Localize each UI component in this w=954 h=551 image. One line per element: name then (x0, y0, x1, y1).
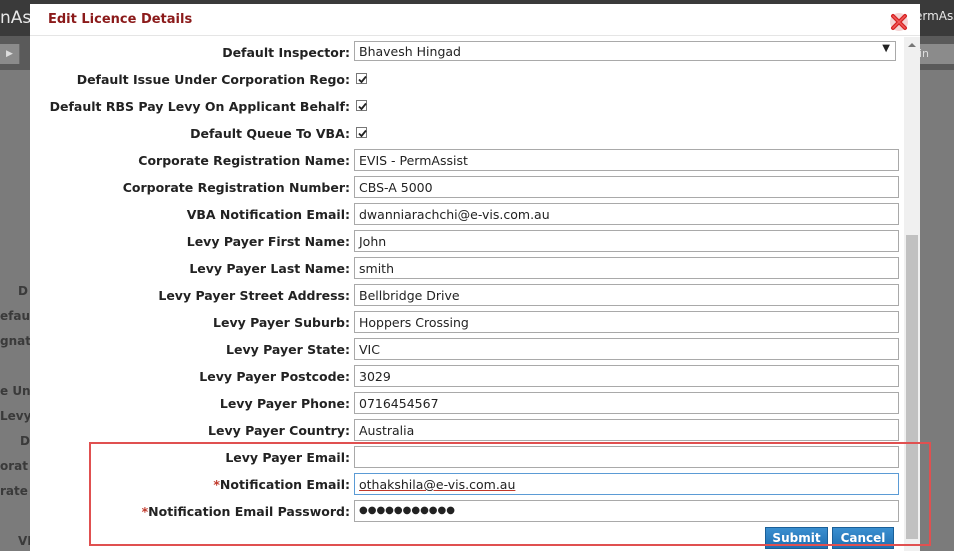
form-row-vba-notification-email: VBA Notification Email: dwanniarachchi@e… (30, 203, 904, 227)
corp-reg-name-input[interactable]: EVIS - PermAssist (354, 149, 899, 171)
background-label: efau (0, 309, 30, 323)
levy-street-input[interactable]: Bellbridge Drive (354, 284, 899, 306)
form-row-default-rbs-pay-levy: Default RBS Pay Levy On Applicant Behalf… (30, 95, 904, 119)
scrollbar-thumb[interactable] (906, 235, 918, 539)
form-row-corp-reg-number: Corporate Registration Number: CBS-A 500… (30, 176, 904, 200)
corp-reg-number-label: Corporate Registration Number: (122, 180, 350, 195)
levy-email-label: Levy Payer Email: (225, 450, 350, 465)
levy-country-input[interactable]: Australia (354, 419, 899, 441)
checkmark-icon (358, 102, 367, 111)
levy-suburb-label: Levy Payer Suburb: (213, 315, 350, 330)
background-label: gnat (0, 334, 31, 348)
form-row-default-issue-corp-rego: Default Issue Under Corporation Rego: (30, 68, 904, 92)
background-label: D (20, 434, 30, 448)
levy-state-input[interactable]: VIC (354, 338, 899, 360)
background-label: rate (0, 484, 28, 498)
form-row-levy-state: Levy Payer State: VIC (30, 338, 904, 362)
levy-phone-label: Levy Payer Phone: (219, 396, 350, 411)
default-inspector-select[interactable]: Bhavesh Hingad ▼ (354, 41, 896, 61)
form-row-corp-reg-name: Corporate Registration Name: EVIS - Perm… (30, 149, 904, 173)
levy-last-name-input[interactable]: smith (354, 257, 899, 279)
levy-suburb-input[interactable]: Hoppers Crossing (354, 311, 899, 333)
background-app-title-right: ermAss (915, 9, 954, 23)
levy-email-input[interactable] (354, 446, 899, 468)
levy-street-label: Levy Payer Street Address: (158, 288, 350, 303)
default-queue-vba-checkbox[interactable] (356, 127, 367, 138)
modal-header: Edit Licence Details (30, 4, 920, 36)
notification-email-input[interactable]: othakshila@e-vis.com.au (354, 473, 899, 495)
form-row-levy-last-name: Levy Payer Last Name: smith (30, 257, 904, 281)
modal-title: Edit Licence Details (48, 12, 193, 27)
vba-notification-email-input[interactable]: dwanniarachchi@e-vis.com.au (354, 203, 899, 225)
default-inspector-label: Default Inspector: (222, 45, 350, 60)
corp-reg-number-input[interactable]: CBS-A 5000 (354, 176, 899, 198)
notification-email-value: othakshila@e-vis.com.au (359, 477, 516, 492)
form-row-notification-email: *Notification Email: othakshila@e-vis.co… (30, 473, 904, 497)
submit-button[interactable]: Submit (765, 527, 828, 549)
background-label: D (18, 284, 28, 298)
close-icon[interactable] (888, 11, 910, 33)
default-rbs-pay-levy-checkbox[interactable] (356, 100, 367, 111)
chevron-down-icon: ▼ (882, 43, 890, 54)
levy-country-label: Levy Payer Country: (208, 423, 350, 438)
background-label: Levy (0, 409, 32, 423)
form-row-levy-country: Levy Payer Country: Australia (30, 419, 904, 443)
form-row-levy-street: Levy Payer Street Address: Bellbridge Dr… (30, 284, 904, 308)
levy-state-label: Levy Payer State: (226, 342, 350, 357)
notification-password-input[interactable]: ●●●●●●●●●●● (354, 500, 899, 522)
levy-first-name-label: Levy Payer First Name: (186, 234, 350, 249)
notification-password-label: *Notification Email Password: (30, 504, 350, 519)
checkmark-icon (358, 129, 367, 138)
edit-licence-modal: Edit Licence Details Default Inspector: … (30, 4, 920, 551)
background-label: orat (0, 459, 28, 473)
default-queue-vba-label: Default Queue To VBA: (190, 126, 350, 141)
levy-phone-input[interactable]: 0716454567 (354, 392, 899, 414)
default-inspector-value: Bhavesh Hingad (359, 44, 461, 59)
notification-password-label-text: Notification Email Password: (148, 504, 350, 519)
default-issue-corp-rego-label: Default Issue Under Corporation Rego: (76, 72, 350, 87)
levy-postcode-label: Levy Payer Postcode: (199, 369, 350, 384)
vba-notification-email-label: VBA Notification Email: (186, 207, 350, 222)
levy-postcode-input[interactable]: 3029 (354, 365, 899, 387)
form-row-levy-email: Levy Payer Email: (30, 446, 904, 470)
background-nav-tab: in (916, 44, 954, 64)
form-row-levy-suburb: Levy Payer Suburb: Hoppers Crossing (30, 311, 904, 335)
form-row-levy-phone: Levy Payer Phone: 0716454567 (30, 392, 904, 416)
form-row-notification-password: *Notification Email Password: ●●●●●●●●●●… (30, 500, 904, 524)
form-row-levy-postcode: Levy Payer Postcode: 3029 (30, 365, 904, 389)
corp-reg-name-label: Corporate Registration Name: (138, 153, 350, 168)
default-rbs-pay-levy-label: Default RBS Pay Levy On Applicant Behalf… (49, 99, 350, 114)
form-row-levy-first-name: Levy Payer First Name: John (30, 230, 904, 254)
cancel-button[interactable]: Cancel (832, 527, 894, 549)
default-issue-corp-rego-checkbox[interactable] (356, 73, 367, 84)
form-row-default-queue-vba: Default Queue To VBA: (30, 122, 904, 146)
background-nav-arrow: ▶ (0, 44, 20, 64)
notification-email-label: *Notification Email: (30, 477, 350, 492)
scroll-up-icon[interactable] (904, 37, 920, 53)
form-row-default-inspector: Default Inspector: Bhavesh Hingad ▼ (30, 41, 904, 65)
checkmark-icon (358, 75, 367, 84)
modal-body[interactable]: Default Inspector: Bhavesh Hingad ▼ Defa… (30, 37, 920, 551)
modal-scrollbar[interactable] (904, 37, 920, 551)
levy-last-name-label: Levy Payer Last Name: (189, 261, 350, 276)
levy-first-name-input[interactable]: John (354, 230, 899, 252)
notification-email-label-text: Notification Email: (219, 477, 350, 492)
